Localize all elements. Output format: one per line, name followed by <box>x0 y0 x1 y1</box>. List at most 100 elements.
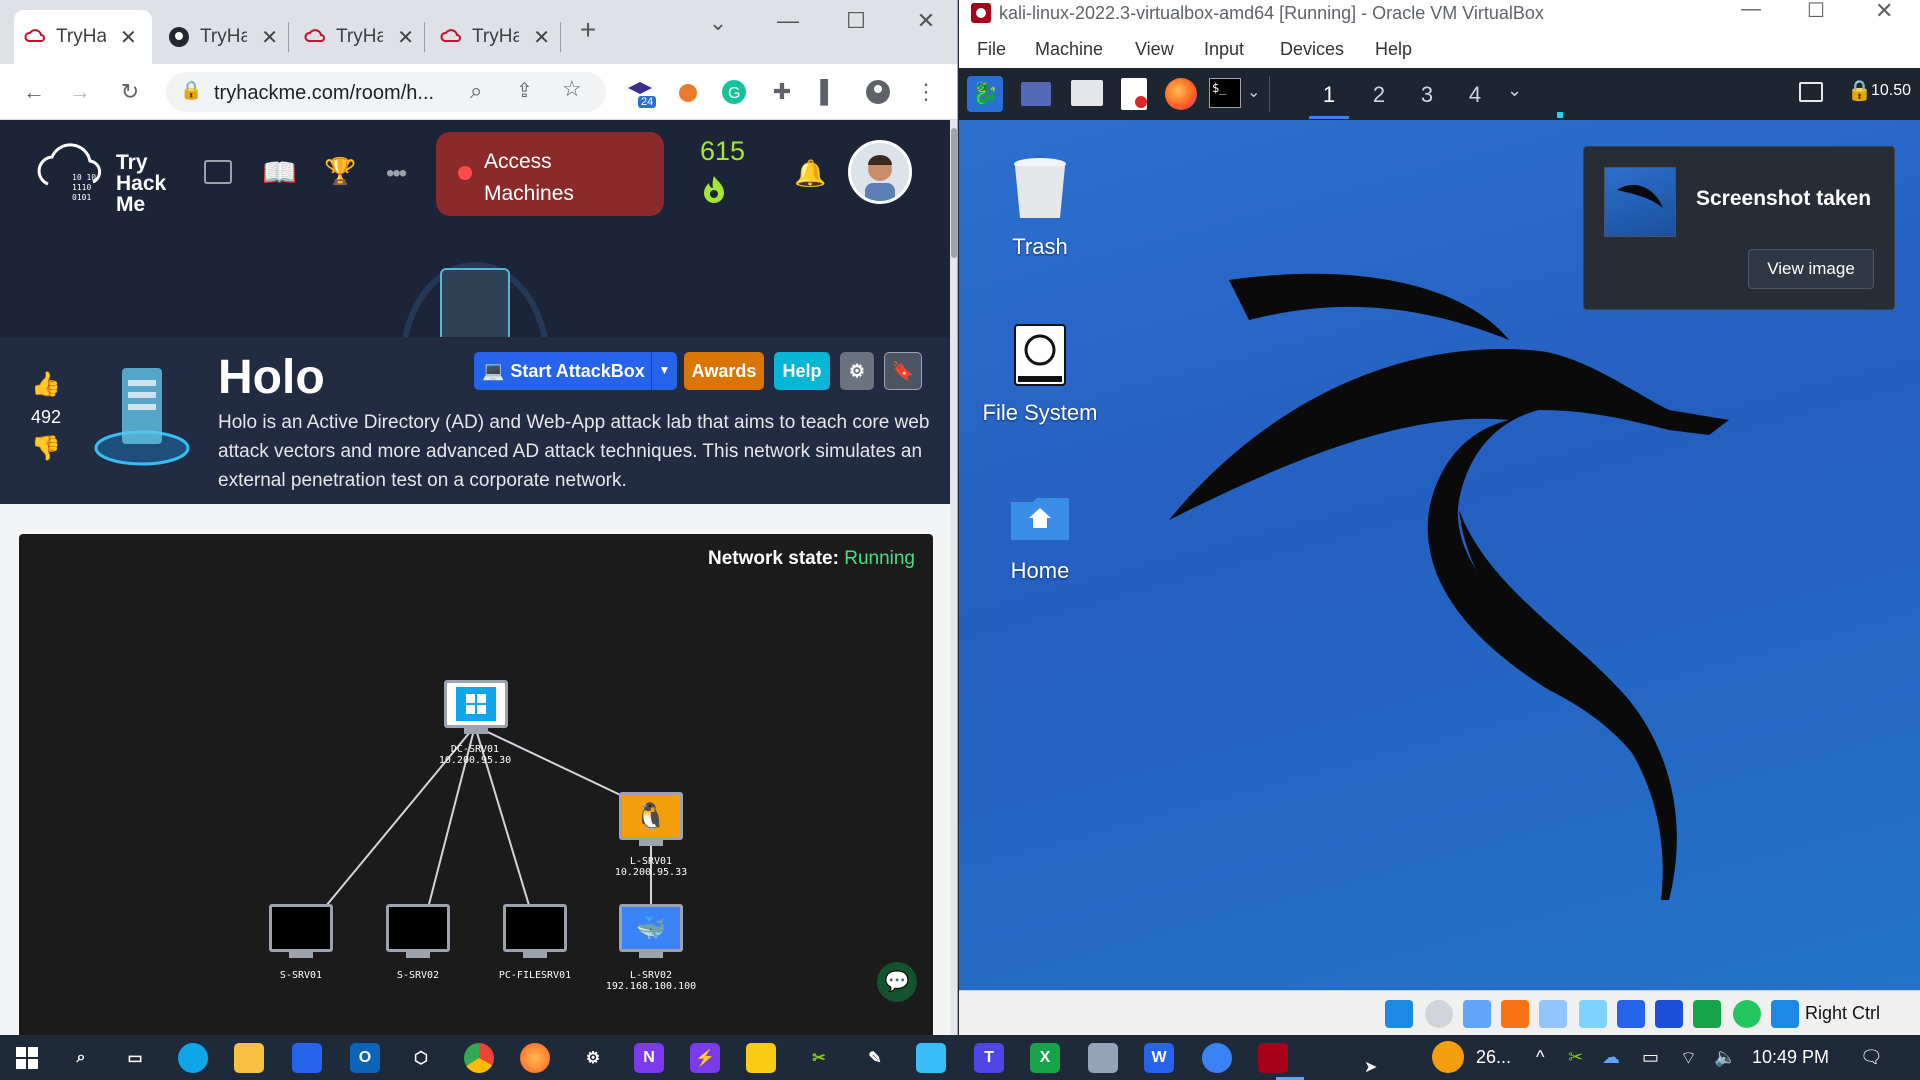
access-machines-button[interactable]: Access Machines <box>436 132 664 216</box>
settings-gear-icon[interactable]: ⚙ <box>840 352 874 390</box>
wifi-icon[interactable]: ⌔ <box>1680 1047 1697 1070</box>
show-desktop-icon[interactable] <box>1021 82 1051 106</box>
microsoft-store-icon[interactable] <box>292 1043 322 1073</box>
node-pc-filesrv01[interactable] <box>503 904 567 958</box>
workspace-1[interactable]: 1 <box>1309 82 1349 108</box>
thumbs-down-icon[interactable]: 👎 <box>26 434 66 463</box>
learn-book-icon[interactable]: 📖 <box>262 156 297 189</box>
browser-tab-1[interactable]: TryHa ✕ <box>14 10 152 64</box>
notification-bell-icon[interactable]: 🔔 <box>794 158 826 189</box>
keyboard-capture-icon[interactable] <box>1771 1000 1799 1028</box>
browser-tab-3[interactable]: TryHa ✕ <box>294 10 424 64</box>
3d-viewer-icon[interactable]: ⬡ <box>406 1043 436 1073</box>
terminal-icon[interactable]: $_ <box>1209 78 1241 108</box>
maximize-icon[interactable]: ☐ <box>836 8 876 34</box>
usb-status-icon[interactable] <box>1539 1000 1567 1028</box>
new-tab-icon[interactable]: + <box>568 14 608 46</box>
action-center-icon[interactable]: 🗨 <box>1860 1047 1883 1068</box>
thumbs-up-icon[interactable]: 👍 <box>26 370 66 399</box>
view-image-button[interactable]: View image <box>1748 249 1874 289</box>
workspace-4[interactable]: 4 <box>1455 82 1495 108</box>
weather-moon-icon[interactable] <box>1432 1041 1464 1073</box>
onedrive-icon[interactable]: ☁ <box>1602 1047 1620 1068</box>
vbox-minimize-icon[interactable]: — <box>1741 0 1761 21</box>
browser-tab-2[interactable]: TryHa ✕ <box>158 10 288 64</box>
text-editor-icon[interactable] <box>1121 78 1147 110</box>
hard-disk-status-icon[interactable] <box>1385 1000 1413 1028</box>
chat-bubble-icon[interactable]: 💬 <box>877 962 917 1002</box>
browser-tab-4[interactable]: TryHa ✕ <box>430 10 560 64</box>
firefox-taskbar-icon[interactable] <box>520 1043 550 1073</box>
close-tab-icon[interactable]: ✕ <box>533 25 550 50</box>
close-tab-icon[interactable]: ✕ <box>397 25 414 50</box>
windows-start-icon[interactable] <box>12 1043 42 1073</box>
file-explorer-icon[interactable] <box>234 1043 264 1073</box>
menu-file[interactable]: File <box>977 39 1006 60</box>
bookmark-icon[interactable]: 🔖 <box>884 352 922 390</box>
bookmark-star-icon[interactable]: ☆ <box>562 76 582 102</box>
streak-counter[interactable]: 615 <box>700 136 745 203</box>
onenote-icon[interactable]: N <box>634 1043 664 1073</box>
firefox-icon[interactable] <box>1165 78 1197 110</box>
extension-bowl-icon[interactable] <box>672 76 704 108</box>
address-bar[interactable]: 🔒 tryhackme.com/room/h... ⌕ ⇪ ☆ <box>166 72 606 112</box>
task-view-icon[interactable]: ▭ <box>120 1043 150 1073</box>
chrome-menu-icon[interactable]: ⋮ <box>910 76 942 108</box>
workspace-2[interactable]: 2 <box>1359 82 1399 108</box>
lock-screen-icon[interactable]: 🔒 <box>1847 78 1872 103</box>
help-button[interactable]: Help <box>774 352 830 390</box>
extension-graduation-icon[interactable]: 24 <box>624 76 657 108</box>
volume-icon[interactable]: 🔈 <box>1714 1047 1736 1068</box>
mouse-integration-icon[interactable] <box>1733 1000 1761 1028</box>
display-status-icon[interactable] <box>1617 1000 1645 1028</box>
tray-snip-icon[interactable]: ✂ <box>1568 1047 1583 1068</box>
workspace-chevron-icon[interactable]: ⌄ <box>1507 80 1522 101</box>
grammarly-icon[interactable]: G <box>718 76 750 108</box>
network-status-icon[interactable] <box>1501 1000 1529 1028</box>
workspace-3[interactable]: 3 <box>1407 82 1447 108</box>
notepad-icon[interactable] <box>1088 1043 1118 1073</box>
profile-icon[interactable] <box>862 76 894 108</box>
scrollbar-thumb[interactable] <box>951 128 957 258</box>
trophy-icon[interactable]: 🏆 <box>324 156 356 187</box>
user-avatar[interactable] <box>848 140 912 204</box>
menu-help[interactable]: Help <box>1375 39 1412 60</box>
kali-menu-dragon-icon[interactable]: 🐉 <box>967 76 1003 112</box>
zoom-icon[interactable]: ⌕ <box>470 78 482 104</box>
clock-text[interactable]: 10:49 PM <box>1752 1047 1829 1068</box>
pen-app-icon[interactable]: ✎ <box>860 1043 890 1073</box>
excel-icon[interactable]: X <box>1030 1043 1060 1073</box>
menu-input[interactable]: Input <box>1204 39 1244 60</box>
node-l-srv02[interactable]: 🐳 <box>619 904 683 958</box>
optical-drive-status-icon[interactable] <box>1425 1000 1453 1028</box>
node-s-srv02[interactable] <box>386 904 450 958</box>
power-automate-icon[interactable]: ⚡ <box>690 1043 720 1073</box>
edge-icon[interactable] <box>178 1043 208 1073</box>
dropdown-caret-icon[interactable]: ▼ <box>651 352 677 390</box>
node-dc-srv01[interactable] <box>444 680 508 734</box>
word-icon[interactable]: W <box>1144 1043 1174 1073</box>
weather-text[interactable]: 26... <box>1476 1047 1511 1068</box>
cpu-status-icon[interactable] <box>1693 1000 1721 1028</box>
desktop-icon-file-system[interactable]: File System <box>975 324 1105 426</box>
snip-tool-icon[interactable]: ✂ <box>804 1043 834 1073</box>
reload-icon[interactable]: ↻ <box>114 76 146 108</box>
shared-folders-status-icon[interactable] <box>1579 1000 1607 1028</box>
chrome-icon[interactable] <box>464 1043 494 1073</box>
side-panel-icon[interactable]: ▌ <box>812 76 844 108</box>
extensions-puzzle-icon[interactable]: ✚ <box>766 76 798 108</box>
close-tab-icon[interactable]: ✕ <box>261 25 278 50</box>
tryhackme-logo[interactable]: 10 10 1110 0101 Try Hack Me <box>36 134 166 219</box>
node-l-srv01[interactable]: 🐧 <box>619 792 683 846</box>
virtualbox-taskbar-icon[interactable] <box>1258 1043 1288 1073</box>
screenshot-thumbnail[interactable] <box>1604 167 1676 237</box>
close-window-icon[interactable]: ✕ <box>906 8 946 34</box>
start-attackbox-button[interactable]: 💻 Start AttackBox ▼ <box>474 352 677 390</box>
sticky-notes-icon[interactable] <box>746 1043 776 1073</box>
teams-icon[interactable]: T <box>974 1043 1004 1073</box>
tab-search-chevron-icon[interactable]: ⌄ <box>698 10 738 36</box>
display-icon[interactable] <box>1799 82 1823 102</box>
chrome-profile-icon[interactable] <box>1202 1043 1232 1073</box>
desktop-icon-home[interactable]: Home <box>975 496 1105 584</box>
rooms-window-icon[interactable] <box>204 160 232 184</box>
